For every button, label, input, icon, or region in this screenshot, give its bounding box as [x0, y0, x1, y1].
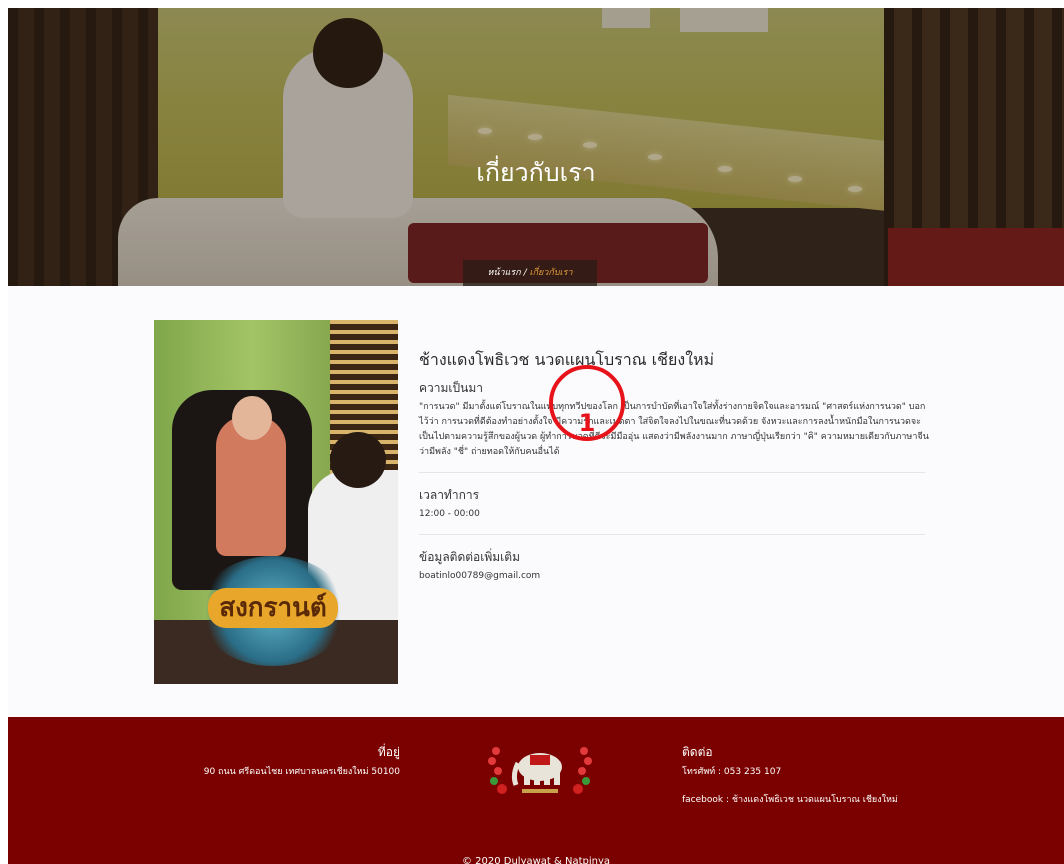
about-info: ช้างแดงโพธิเวช นวดแผนโบราณ เชียงใหม่ ควา… [419, 348, 929, 584]
shop-photo-customer-head [232, 396, 272, 440]
songkran-badge-text: สงกรานต์ [208, 588, 338, 628]
annotation-number: 1 [578, 409, 596, 437]
breadcrumb-separator: / [523, 268, 527, 278]
footer: ที่อยู่ 90 ถนน ศรีดอนไชย เทศบาลนครเชียงใ… [8, 717, 1064, 864]
divider [419, 534, 925, 535]
contact-heading: ข้อมูลติดต่อเพิ่มเติม [419, 550, 520, 564]
history-text: "การนวด" มีมาตั้งแต่โบราณในแทบทุกทวีปของ… [419, 402, 929, 457]
hours-heading: เวลาทำการ [419, 488, 480, 502]
history-heading: ความเป็นมา [419, 381, 483, 395]
footer-facebook-link[interactable]: facebook : ช้างแดงโพธิเวช นวดแผนโบราณ เช… [682, 793, 922, 807]
divider [419, 472, 925, 473]
logo-caption-bar [522, 789, 558, 793]
contact-email: boatinlo00789@gmail.com [419, 571, 541, 581]
copyright: © 2020 Dulyawat & Natpinya [461, 856, 611, 864]
elephant-logo [488, 747, 592, 794]
footer-address: ที่อยู่ 90 ถนน ศรีดอนไชย เทศบาลนครเชียงใ… [138, 743, 400, 779]
hours-value: 12:00 - 00:00 [419, 509, 480, 519]
breadcrumb-home-link[interactable]: หน้าแรก [487, 268, 520, 278]
footer-contact: ติดต่อ โทรศัพท์ : 053 235 107 facebook :… [682, 743, 922, 807]
hero-overlay [8, 8, 1064, 286]
breadcrumb: หน้าแรก / เกี่ยวกับเรา [463, 260, 597, 286]
shop-name: ช้างแดงโพธิเวช นวดแผนโบราณ เชียงใหม่ [419, 350, 715, 369]
elephant-icon [511, 753, 562, 786]
footer-phone[interactable]: โทรศัพท์ : 053 235 107 [682, 765, 922, 779]
page-title: เกี่ยวกับเรา [476, 158, 596, 187]
footer-address-text: 90 ถนน ศรีดอนไชย เทศบาลนครเชียงใหม่ 5010… [203, 767, 400, 777]
footer-address-heading: ที่อยู่ [377, 745, 400, 759]
flower-garland-right-icon [573, 747, 592, 794]
shop-photo-masseur-head [330, 432, 386, 488]
flower-garland-left-icon [488, 747, 507, 794]
footer-contact-heading: ติดต่อ [682, 745, 713, 759]
page: เกี่ยวกับเรา หน้าแรก / เกี่ยวกับเรา สงกร… [8, 8, 1064, 864]
shop-photo: สงกรานต์ [154, 320, 398, 684]
hero-banner: เกี่ยวกับเรา หน้าแรก / เกี่ยวกับเรา [8, 8, 1064, 286]
breadcrumb-current: เกี่ยวกับเรา [529, 268, 573, 278]
